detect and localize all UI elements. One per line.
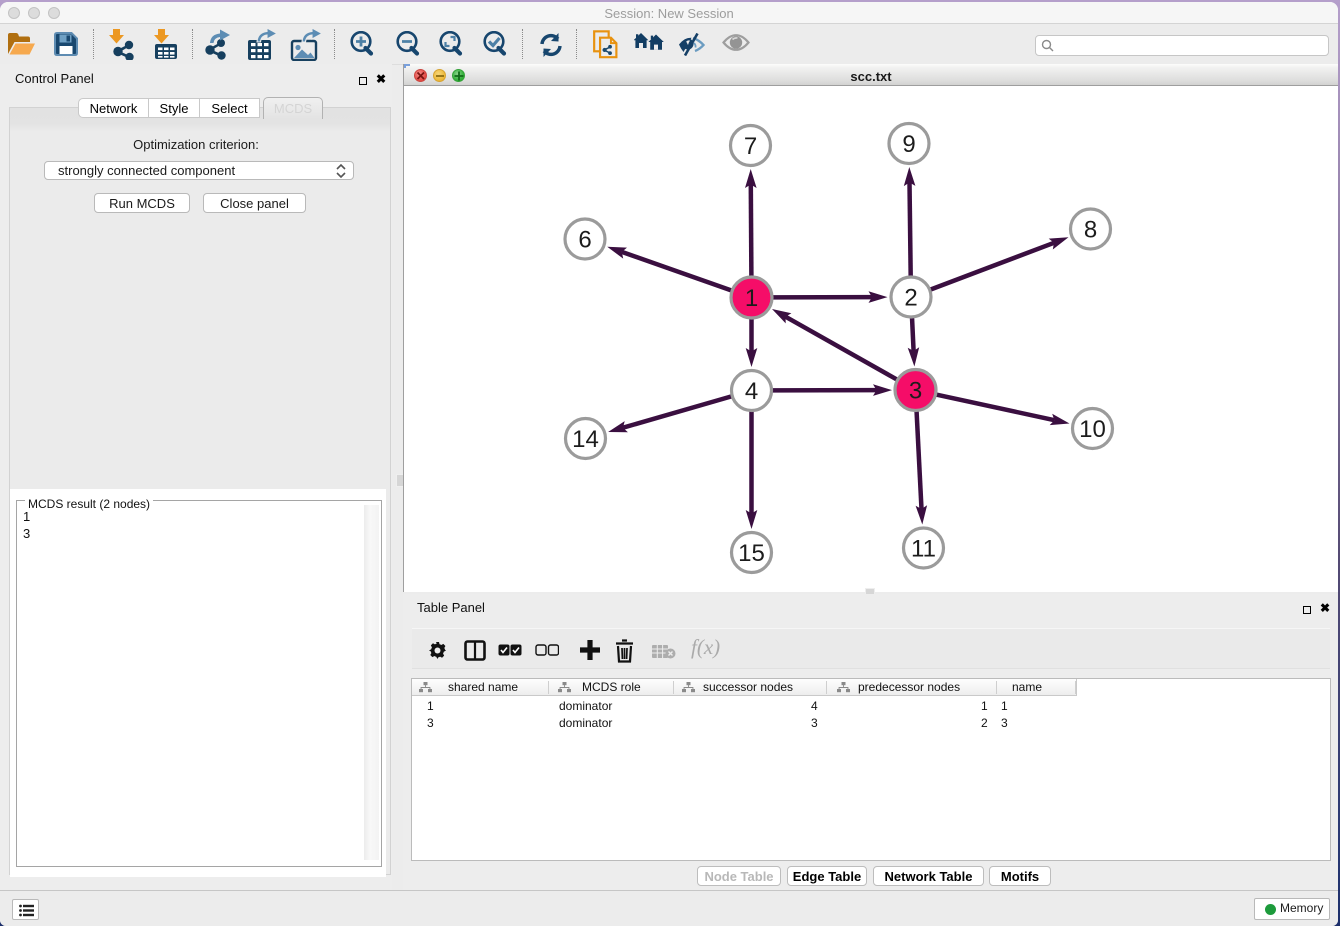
- svg-text:8: 8: [1084, 217, 1097, 244]
- svg-text:2: 2: [904, 285, 917, 312]
- svg-text:3: 3: [909, 378, 922, 405]
- svg-text:9: 9: [902, 131, 915, 158]
- svg-text:7: 7: [744, 133, 757, 160]
- svg-text:1: 1: [745, 285, 758, 312]
- svg-text:4: 4: [745, 378, 758, 405]
- svg-text:6: 6: [578, 227, 591, 254]
- svg-text:10: 10: [1079, 416, 1106, 443]
- svg-text:15: 15: [738, 540, 765, 567]
- svg-text:11: 11: [911, 536, 936, 563]
- svg-text:14: 14: [572, 426, 599, 453]
